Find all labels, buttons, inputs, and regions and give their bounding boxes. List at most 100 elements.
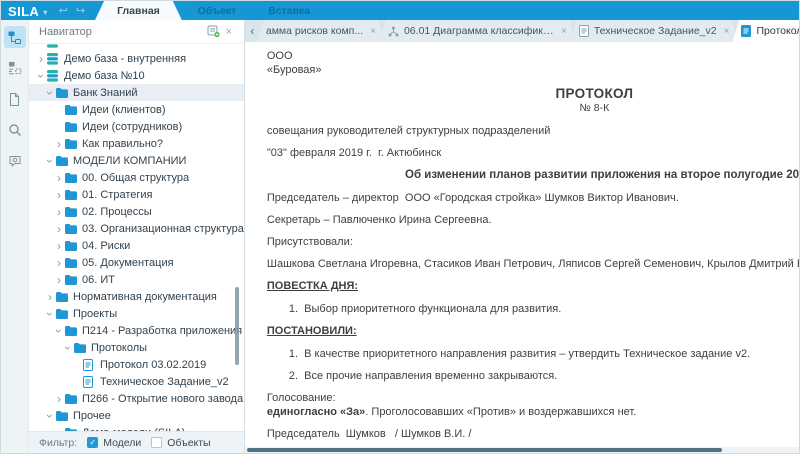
doc-title: ПРОТОКОЛ — [267, 87, 799, 100]
document-tab[interactable]: Техническое Задание_v2 — [570, 20, 739, 42]
tree-item[interactable]: Протоколы — [29, 339, 244, 356]
chevron-icon[interactable] — [53, 139, 65, 149]
tree-item[interactable]: Идеи (клиентов) — [29, 101, 244, 118]
navigator-panel: Навигатор Демо база - внутренняя Демо ба… — [29, 20, 245, 453]
tree-item[interactable]: 00. Общая структура — [29, 169, 244, 186]
chevron-icon[interactable] — [45, 87, 55, 99]
tree-item[interactable]: Демо-модели (SILA) — [29, 424, 244, 431]
document-page[interactable]: ООО«Буровая»ПРОТОКОЛ№ 8-Ксовещания руков… — [245, 42, 799, 453]
tree-item[interactable]: Банк Знаний — [29, 84, 244, 101]
chevron-icon[interactable] — [63, 342, 73, 354]
close-navigator-icon[interactable] — [222, 26, 236, 38]
chevron-icon[interactable] — [53, 275, 65, 285]
folder-icon — [56, 411, 71, 421]
document-tab[interactable]: Протокол 03.02.2019 — [732, 20, 799, 42]
ribbon-tab[interactable]: Главная — [95, 1, 182, 20]
tree-item[interactable]: Проекты — [29, 305, 244, 322]
content-area: амма рисков комп... 06.01 Диаграмма клас… — [245, 20, 799, 453]
tree-item[interactable]: 03. Организационная структура — [29, 220, 244, 237]
tree-scrollbar[interactable] — [235, 287, 239, 365]
doc-paragraph: Председатель – директор ООО «Городская с… — [267, 192, 799, 205]
chevron-icon[interactable] — [53, 394, 65, 404]
navigator-icon[interactable] — [4, 26, 26, 48]
chevron-icon[interactable] — [45, 155, 55, 167]
folder-icon — [65, 326, 80, 336]
folder-icon — [65, 275, 80, 285]
chevron-icon[interactable] — [53, 190, 65, 200]
tree-item[interactable]: Нормативная документация — [29, 288, 244, 305]
chevron-icon[interactable] — [45, 308, 55, 320]
tree-item[interactable]: Как правильно? — [29, 135, 244, 152]
main-area: Навигатор Демо база - внутренняя Демо ба… — [1, 20, 799, 453]
chevron-icon[interactable] — [53, 224, 65, 234]
redo-button[interactable]: ↪ — [72, 1, 89, 20]
chevron-icon[interactable] — [53, 258, 65, 268]
doc-paragraph: единогласно «За». Проголосовавших «Проти… — [267, 406, 799, 419]
chevron-icon[interactable] — [53, 207, 65, 217]
database-icon — [47, 44, 62, 48]
tree-item[interactable]: 02. Процессы — [29, 203, 244, 220]
tabs-scroll-left-button[interactable] — [245, 20, 260, 42]
chevron-icon[interactable] — [53, 173, 65, 183]
tree-item[interactable]: Демо база №10 — [29, 67, 244, 84]
document-icon[interactable] — [4, 88, 26, 110]
folder-icon — [56, 156, 71, 166]
navigator-header: Навигатор — [29, 20, 244, 44]
doc-heading: Об изменении планов развитии приложения … — [267, 169, 799, 182]
filter-checkbox[interactable] — [87, 437, 98, 448]
folder-icon — [65, 241, 80, 251]
doc-paragraph: Голосование: — [267, 392, 799, 405]
folder-icon — [65, 394, 80, 404]
list-item: 1. В качестве приоритетного направления … — [267, 348, 799, 361]
filter-option[interactable]: Объекты — [151, 437, 210, 449]
tree-item[interactable]: 06. ИТ — [29, 271, 244, 288]
search-icon[interactable] — [4, 119, 26, 141]
document-icon — [83, 359, 98, 371]
undo-button[interactable]: ↩ — [55, 1, 72, 20]
document-tab-bar: амма рисков комп... 06.01 Диаграмма клас… — [245, 20, 799, 42]
folder-icon — [65, 207, 80, 217]
list-item: 1. Выбор приоритетного функционала для р… — [267, 303, 799, 316]
top-bar: SILA ▾ ↩ ↪ ГлавнаяОбъектВставка — [1, 1, 799, 20]
close-icon[interactable] — [724, 26, 730, 37]
chat-icon[interactable] — [4, 150, 26, 172]
tree-item[interactable]: Техническое Задание_v2 — [29, 373, 244, 390]
tree-item[interactable]: Идеи (сотрудников) — [29, 118, 244, 135]
chevron-icon[interactable] — [36, 70, 46, 82]
folder-icon — [65, 173, 80, 183]
signature-line: Председатель Шумков / Шумков В.И. / — [267, 428, 799, 441]
list-item: 2. Все прочие направления временно закры… — [267, 370, 799, 383]
filter-checkbox[interactable] — [151, 437, 162, 448]
chevron-icon[interactable] — [53, 241, 65, 251]
add-database-icon[interactable] — [206, 24, 222, 40]
chevron-icon[interactable] — [44, 292, 56, 302]
tree-item[interactable]: 05. Документация — [29, 254, 244, 271]
tree-item[interactable]: П266 - Открытие нового завода — [29, 390, 244, 407]
tree-item[interactable]: МОДЕЛИ КОМПАНИИ — [29, 152, 244, 169]
tree-item[interactable]: 04. Риски — [29, 237, 244, 254]
ribbon-tab[interactable]: Вставка — [252, 1, 326, 20]
close-icon[interactable] — [370, 26, 376, 37]
tree-item[interactable]: П214 - Разработка приложения — [29, 322, 244, 339]
tree-item[interactable]: Прочее — [29, 407, 244, 424]
filter-option[interactable]: Модели — [87, 437, 141, 449]
document-tab[interactable]: амма рисков комп... — [257, 20, 385, 42]
tree-item[interactable]: Протокол 03.02.2019 — [29, 356, 244, 373]
close-icon[interactable] — [561, 26, 567, 37]
document-tab[interactable]: 06.01 Диаграмма классификац... — [379, 20, 576, 42]
tree-item[interactable]: Демо база - внутренняя — [29, 50, 244, 67]
chevron-icon[interactable] — [45, 410, 55, 422]
tree-item[interactable]: 01. Стратегия — [29, 186, 244, 203]
horizontal-scrollbar-track — [245, 447, 799, 453]
app-logo[interactable]: SILA ▾ — [1, 1, 55, 20]
chevron-icon[interactable] — [35, 54, 47, 64]
folder-icon — [56, 309, 71, 319]
chevron-icon[interactable] — [54, 325, 64, 337]
models-icon[interactable] — [4, 57, 26, 79]
folder-icon — [56, 292, 71, 302]
company-line: ООО — [267, 50, 799, 63]
navigator-title: Навигатор — [39, 26, 202, 38]
ribbon-tabs: ГлавнаяОбъектВставка — [95, 1, 326, 20]
ribbon-tab[interactable]: Объект — [182, 1, 252, 20]
horizontal-scrollbar[interactable] — [247, 448, 722, 452]
